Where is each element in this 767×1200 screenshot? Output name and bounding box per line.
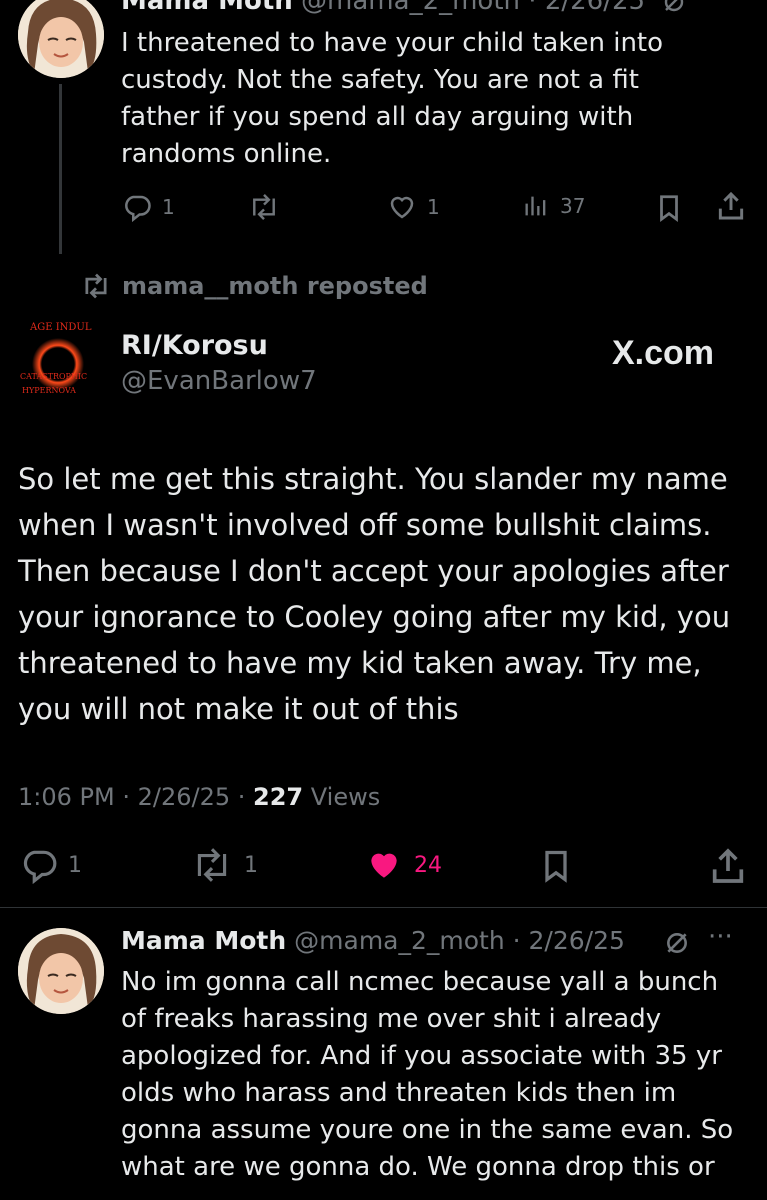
- repost-banner: mama__moth reposted: [80, 272, 428, 300]
- heart-icon: [371, 853, 397, 878]
- repost-label[interactable]: mama__moth reposted: [122, 272, 428, 300]
- repost-count: 1: [244, 852, 258, 878]
- reply-icon: [23, 850, 57, 884]
- reply-button[interactable]: 1: [20, 846, 82, 884]
- tweet-text: No im gonna call ncmec because yall a bu…: [121, 964, 751, 1186]
- tweet-text: So let me get this straight. You slander…: [18, 456, 758, 732]
- share-icon[interactable]: [708, 846, 748, 890]
- text-line: custody. Not the safety. You are not a f…: [121, 65, 639, 95]
- text-line: apologized for. And if you associate wit…: [121, 1041, 722, 1071]
- top-tweet-header: Mama Moth @mama_2_moth · 2/26/25: [121, 0, 645, 16]
- bookmark-icon[interactable]: [654, 192, 684, 228]
- text-line: So let me get this straight. You slander…: [18, 462, 728, 496]
- avatar-caption: AGE INDUL: [30, 322, 92, 333]
- repost-button[interactable]: [247, 192, 281, 222]
- reply-icon: [125, 195, 151, 222]
- more-options-icon[interactable]: ···: [708, 922, 733, 952]
- repost-icon: [253, 193, 275, 221]
- x-com-watermark: X.com: [612, 334, 715, 372]
- tweet-time[interactable]: 1:06 PM: [18, 783, 115, 811]
- repost-button[interactable]: 1: [190, 846, 258, 884]
- views-label: Views: [310, 783, 381, 811]
- share-icon[interactable]: [715, 190, 747, 226]
- avatar-portrait: [18, 928, 104, 1014]
- text-line: you will not make it out of this: [18, 692, 459, 726]
- reply-count: 1: [68, 852, 82, 878]
- text-line: randoms online.: [121, 139, 332, 169]
- tweet-date[interactable]: 2/26/25: [545, 0, 645, 16]
- repost-icon: [197, 848, 227, 882]
- display-name[interactable]: Mama Moth: [121, 0, 293, 16]
- bookmark-icon[interactable]: [538, 846, 574, 890]
- text-line: gonna assume youre one in the same evan.…: [121, 1115, 734, 1145]
- text-line: Then because I don't accept your apologi…: [18, 554, 729, 588]
- views-button[interactable]: 37: [522, 192, 585, 220]
- like-button[interactable]: 1: [387, 192, 440, 222]
- view-count: 37: [560, 194, 586, 218]
- avatar-portrait: [18, 0, 104, 78]
- text-line: of freaks harassing me over shit i alrea…: [121, 1004, 662, 1034]
- repost-icon: [85, 273, 107, 299]
- like-button[interactable]: 24: [364, 846, 442, 884]
- like-count: 1: [427, 195, 440, 219]
- avatar[interactable]: AGE INDUL CATASTROPHIC HYPERNOVA: [16, 320, 100, 404]
- like-count: 24: [414, 852, 442, 878]
- tweet-date[interactable]: 2/26/25: [138, 783, 231, 811]
- text-line: No im gonna call ncmec because yall a bu…: [121, 967, 719, 997]
- avatar-caption: CATASTROPHIC: [20, 372, 88, 381]
- display-name[interactable]: Mama Moth: [121, 926, 286, 955]
- text-line: I threatened to have your child taken in…: [121, 28, 664, 58]
- handle[interactable]: @mama_2_moth: [294, 926, 505, 955]
- divider: [0, 907, 767, 908]
- reply-button[interactable]: 1: [122, 192, 175, 222]
- text-line: threatened to have my kid taken away. Tr…: [18, 646, 702, 680]
- display-name[interactable]: RI/Korosu: [121, 330, 268, 361]
- avatar[interactable]: [18, 928, 104, 1014]
- tweet-date[interactable]: 2/26/25: [529, 926, 625, 955]
- handle[interactable]: @mama_2_moth: [301, 0, 520, 16]
- avatar-caption: HYPERNOVA: [22, 386, 76, 395]
- more-options-icon[interactable]: ···: [706, 0, 731, 12]
- text-line: father if you spend all day arguing with: [121, 102, 634, 132]
- heart-icon: [390, 196, 414, 219]
- handle[interactable]: @EvanBarlow7: [121, 366, 317, 396]
- analytics-icon: [525, 196, 546, 216]
- views-count: 227: [253, 783, 304, 811]
- grok-icon[interactable]: [664, 930, 690, 960]
- thread-line: [59, 84, 62, 254]
- text-line: your ignorance to Cooley going after my …: [18, 600, 731, 634]
- grok-icon[interactable]: [662, 0, 686, 18]
- reply-count: 1: [162, 195, 175, 219]
- tweet-meta: 1:06 PM · 2/26/25 · 227 Views: [18, 783, 381, 811]
- bottom-tweet-header: Mama Moth @mama_2_moth · 2/26/25: [121, 926, 625, 955]
- text-line: when I wasn't involved off some bullshit…: [18, 508, 712, 542]
- text-line: what are we gonna do. We gonna drop this…: [121, 1152, 715, 1182]
- avatar[interactable]: [18, 0, 104, 78]
- text-line: olds who harass and threaten kids then i…: [121, 1078, 677, 1108]
- tweet-text: I threatened to have your child taken in…: [121, 25, 741, 173]
